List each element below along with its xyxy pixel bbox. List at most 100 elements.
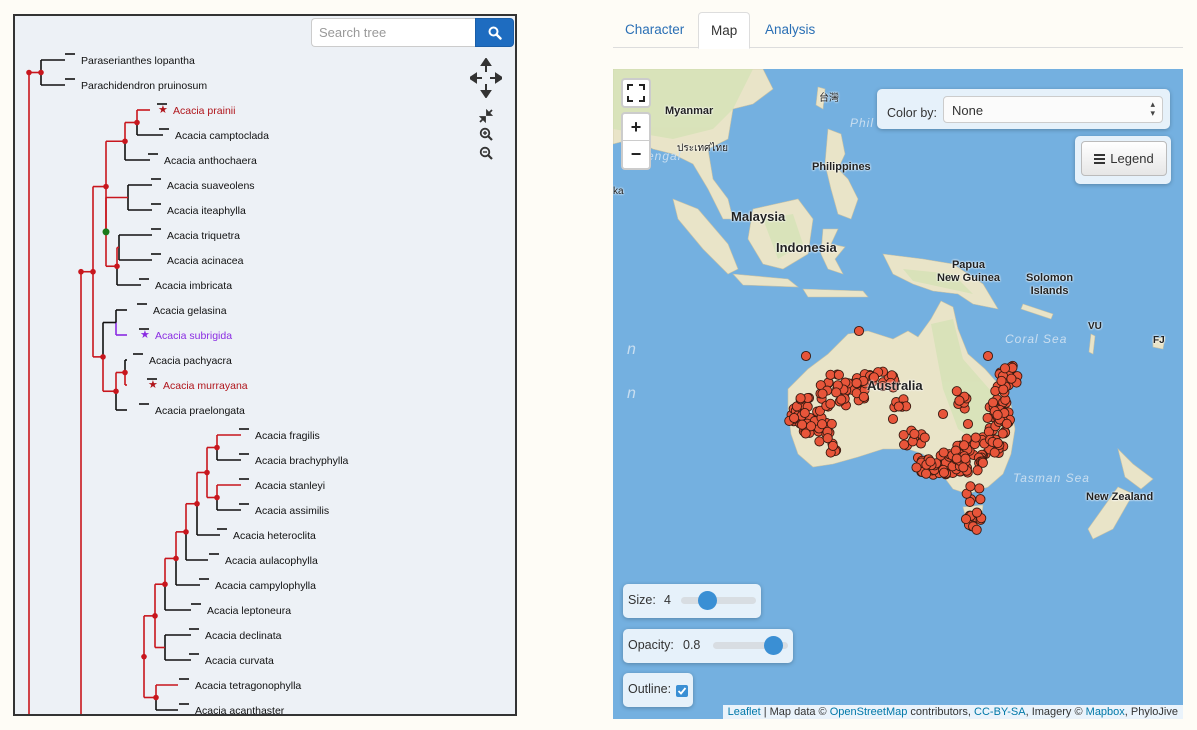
tree-leaf-label[interactable]: Paraserianthes lopantha [81,55,195,67]
occurrence-point[interactable] [992,438,1003,449]
tree-node-c10[interactable] [153,694,159,701]
mapbox-link[interactable]: Mapbox [1086,706,1125,718]
occurrence-point[interactable] [974,483,985,494]
occurrence-point[interactable] [972,465,983,476]
tree-leaf-label[interactable]: Acacia assimilis [255,505,329,517]
occurrence-point[interactable] [795,393,806,404]
occurrence-point[interactable] [825,369,836,380]
occurrence-point[interactable] [921,468,932,479]
occurrence-point[interactable] [1006,373,1017,384]
tree-leaf-label[interactable]: Acacia aulacophylla [225,555,318,567]
tree-node-acacia[interactable] [78,268,84,275]
tree-node-c5[interactable] [183,529,189,535]
tree-leaf-label[interactable]: Acacia praelongata [155,405,245,417]
occurrence-point[interactable] [858,391,869,402]
phylogeny-tree-panel[interactable]: Paraserianthes lopantha Parachidendron pr… [13,14,517,716]
tree-leaf-label[interactable]: Acacia brachyphylla [255,455,348,467]
size-slider[interactable] [681,597,756,604]
search-button[interactable] [475,18,514,47]
tree-node-b4[interactable] [100,354,106,360]
opacity-slider-thumb[interactable] [763,636,783,655]
occurrence-point[interactable] [960,514,972,525]
occurrence-point[interactable] [833,369,844,380]
tree-node-og[interactable] [38,69,44,76]
tree-node-b3[interactable] [113,388,119,395]
outline-checkbox[interactable] [676,685,688,697]
pan-arrows-icon[interactable] [470,58,502,98]
tree-node-c2[interactable] [214,494,220,501]
occurrence-point[interactable] [893,401,904,412]
occurrence-point[interactable] [996,375,1007,386]
zoom-out-button[interactable]: − [623,141,649,168]
tree-leaf-label[interactable]: Acacia heteroclita [233,530,316,542]
occurrence-point[interactable] [998,384,1009,395]
occurrence-point[interactable] [887,413,899,425]
occurrence-point[interactable] [919,432,930,443]
occurrence-point[interactable] [970,432,981,443]
tab-analysis[interactable]: Analysis [753,12,827,48]
occurrence-point[interactable] [938,467,950,478]
size-slider-thumb[interactable] [697,591,717,610]
occurrence-point[interactable] [911,462,922,473]
tree-leaf-label[interactable]: Acacia acinacea [167,255,243,267]
tree-leaf-label[interactable]: Acacia campylophylla [215,580,316,592]
tree-node-c7[interactable] [162,581,168,588]
tree-node-c1[interactable] [214,444,220,451]
tree-node-root[interactable] [26,69,32,76]
tree-leaf-label[interactable]: Acacia pachyacra [149,355,232,367]
license-link[interactable]: CC-BY-SA [974,706,1026,718]
occurrence-point[interactable] [789,412,800,424]
occurrence-point[interactable] [971,524,982,535]
search-tree-input[interactable] [311,18,476,47]
occurrence-point[interactable] [958,462,969,473]
tree-leaf-label[interactable]: Acacia acanthaster [195,705,284,714]
tree-node-a5[interactable] [114,263,120,270]
tree-leaf-label[interactable]: Acacia subrigida [155,330,232,342]
zoom-out-icon[interactable] [478,145,494,161]
tree-node-c11[interactable] [141,653,147,660]
occurrence-point[interactable] [999,363,1011,374]
tree-leaf-label[interactable]: Acacia tetragonophylla [195,680,301,692]
occurrence-point[interactable] [925,456,936,467]
occurrence-point[interactable] [937,408,949,420]
occurrence-point[interactable] [975,494,986,505]
tree-node-a7[interactable] [103,183,109,190]
occurrence-point[interactable] [951,453,962,464]
tree-node-c4[interactable] [194,500,200,507]
occurrence-point[interactable] [827,440,838,451]
tree-leaf-label[interactable]: Acacia curvata [205,655,274,667]
legend-button[interactable]: Legend [1081,141,1167,176]
tree-leaf-label[interactable]: Acacia fragilis [255,430,320,442]
occurrence-point[interactable] [825,398,836,409]
tree-leaf-label[interactable]: Acacia triquetra [167,230,240,242]
tree-leaf-label[interactable]: Parachidendron pruinosum [81,80,207,92]
occurrence-map[interactable]: Myanmar 台灣 ประเทศไทย Philippines Malaysi… [613,69,1183,719]
tree-leaf-label[interactable]: Acacia prainii [173,105,235,117]
occurrence-point[interactable] [954,395,965,406]
occurrence-point[interactable] [800,350,812,362]
occurrence-point[interactable] [982,350,994,362]
tree-leaf-label[interactable]: Acacia suaveolens [167,180,255,192]
occurrence-point[interactable] [851,378,862,389]
occurrence-point[interactable] [971,507,982,518]
zoom-in-icon[interactable] [478,126,494,142]
osm-link[interactable]: OpenStreetMap [830,706,908,718]
tree-leaf-label[interactable]: Acacia imbricata [155,280,232,292]
fullscreen-button[interactable] [621,78,651,108]
occurrence-point[interactable] [992,409,1003,420]
tree-leaf-label[interactable]: Acacia iteaphylla [167,205,246,217]
tree-node-c9[interactable] [152,613,158,619]
occurrence-point[interactable] [797,419,808,430]
tree-leaf-label[interactable]: Acacia murrayana [163,380,248,392]
tree-node-selected[interactable] [102,228,110,236]
tree-node-c6[interactable] [173,555,179,562]
tab-character[interactable]: Character [613,12,696,48]
tree-node-a2[interactable] [122,138,128,145]
occurrence-point[interactable] [1001,418,1012,429]
collapse-icon[interactable] [478,108,494,124]
tree-leaf-label[interactable]: Acacia gelasina [153,305,227,317]
tree-node-a1[interactable] [134,119,140,126]
occurrence-point[interactable] [909,428,920,439]
occurrence-point[interactable] [987,397,999,408]
occurrence-point[interactable] [899,439,910,450]
